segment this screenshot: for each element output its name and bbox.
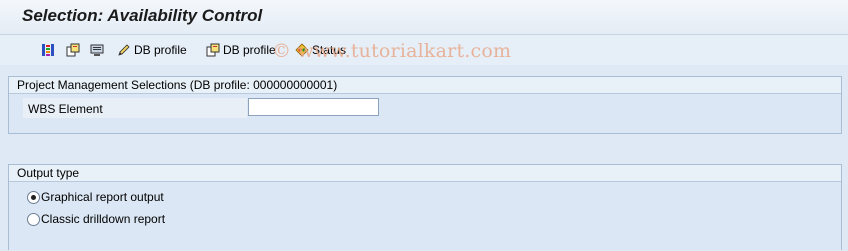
output-type-group: Output type Graphical report output Clas… <box>8 164 842 250</box>
db-profile-label-1: DB profile <box>134 43 187 57</box>
pencil-icon <box>117 43 131 57</box>
page-title: Selection: Availability Control <box>22 6 263 25</box>
watermark: © www.tutorialkart.com <box>272 40 512 62</box>
pm-selections-group: Project Management Selections (DB profil… <box>8 76 842 134</box>
pm-selections-header: Project Management Selections (DB profil… <box>9 77 841 94</box>
execute-icon <box>41 43 55 57</box>
execute-button[interactable] <box>41 41 55 59</box>
copy-variant-button[interactable] <box>66 41 80 59</box>
classic-drilldown-radio[interactable] <box>27 213 40 226</box>
graphical-report-radio[interactable] <box>27 191 40 204</box>
wbs-element-label: WBS Element <box>28 102 103 116</box>
title-bar: Selection: Availability Control <box>0 0 848 35</box>
copy-icon <box>66 43 80 57</box>
output-type-header: Output type <box>9 165 841 182</box>
db-profile-label-2: DB profile <box>223 43 276 57</box>
db-profile-icon <box>206 43 220 57</box>
wbs-element-input[interactable] <box>248 98 379 116</box>
screen-icon <box>90 43 104 57</box>
graphical-report-label[interactable]: Graphical report output <box>41 190 164 204</box>
db-profile-edit-button[interactable]: DB profile <box>117 41 187 59</box>
classic-drilldown-label[interactable]: Classic drilldown report <box>41 212 165 226</box>
display-button[interactable] <box>90 41 104 59</box>
db-profile-button[interactable]: DB profile <box>206 41 276 59</box>
